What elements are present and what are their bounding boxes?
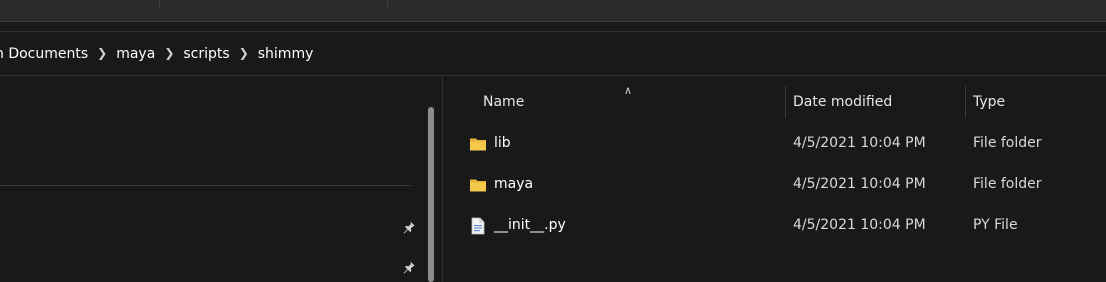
file-row-maya[interactable]: maya 4/5/2021 10:04 PM File folder	[463, 170, 1103, 200]
file-type: File folder	[973, 176, 1042, 192]
column-header-type[interactable]: Type	[973, 94, 1005, 110]
file-type: PY File	[973, 217, 1018, 233]
file-row-init-py[interactable]: __init__.py 4/5/2021 10:04 PM PY File	[463, 211, 1103, 241]
sort-ascending-icon: ∧	[624, 84, 633, 97]
breadcrumb-item-shimmy[interactable]: shimmy	[258, 46, 314, 62]
toolbar-separator	[387, 0, 388, 8]
chevron-right-icon[interactable]: ❯	[97, 46, 107, 60]
chevron-right-icon[interactable]: ❯	[239, 46, 249, 60]
file-name: __init__.py	[494, 217, 566, 233]
breadcrumb: n Documents ❯ maya ❯ scripts ❯ shimmy	[0, 32, 313, 75]
column-separator[interactable]	[785, 86, 786, 118]
toolbar-separator	[159, 0, 160, 8]
breadcrumb-item-documents[interactable]: n Documents	[0, 46, 88, 62]
column-header-name[interactable]: Name	[483, 94, 524, 110]
folder-icon	[470, 138, 486, 151]
address-bar[interactable]: n Documents ❯ maya ❯ scripts ❯ shimmy	[0, 31, 1106, 76]
breadcrumb-item-scripts[interactable]: scripts	[183, 46, 229, 62]
column-header-date-modified[interactable]: Date modified	[793, 94, 892, 110]
navigation-pane	[0, 76, 443, 282]
file-explorer-window: n Documents ❯ maya ❯ scripts ❯ shimmy ∧ …	[0, 0, 1106, 282]
folder-icon	[470, 179, 486, 192]
file-date-modified: 4/5/2021 10:04 PM	[793, 176, 926, 192]
pin-icon[interactable]	[402, 260, 416, 274]
file-date-modified: 4/5/2021 10:04 PM	[793, 135, 926, 151]
file-list: ∧ Name Date modified Type lib 4/5/2021 1…	[443, 76, 1106, 282]
scrollbar-thumb[interactable]	[428, 107, 434, 282]
breadcrumb-item-maya[interactable]: maya	[116, 46, 155, 62]
column-separator[interactable]	[965, 86, 966, 118]
chevron-right-icon[interactable]: ❯	[164, 46, 174, 60]
file-date-modified: 4/5/2021 10:04 PM	[793, 217, 926, 233]
command-bar	[0, 0, 1106, 22]
file-row-lib[interactable]: lib 4/5/2021 10:04 PM File folder	[463, 129, 1103, 159]
nav-divider	[0, 185, 411, 186]
file-name: maya	[494, 176, 534, 192]
file-type: File folder	[973, 135, 1042, 151]
file-icon	[471, 217, 485, 235]
file-name: lib	[494, 135, 511, 151]
pin-icon[interactable]	[402, 220, 416, 234]
